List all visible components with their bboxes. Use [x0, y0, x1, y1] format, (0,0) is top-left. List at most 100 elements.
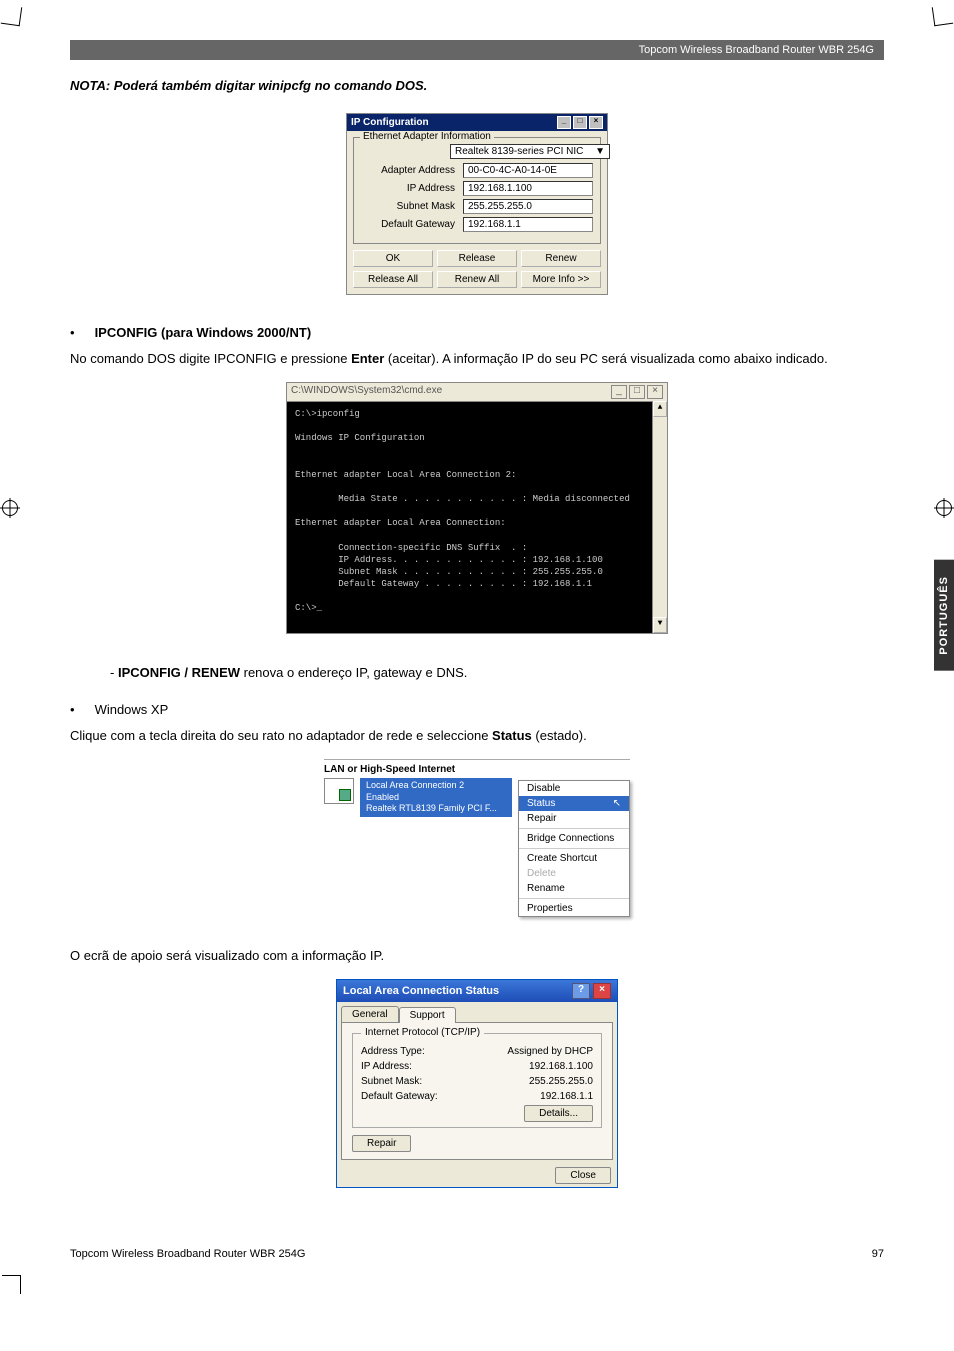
ip-configuration-window: IP Configuration _ □ × Ethernet Adapter … [346, 113, 608, 295]
group-label: Ethernet Adapter Information [360, 131, 494, 142]
address-type-label: Address Type: [361, 1046, 425, 1057]
status-title: Local Area Connection Status [343, 985, 499, 997]
ip-address-value: 192.168.1.100 [463, 181, 593, 196]
page-footer: Topcom Wireless Broadband Router WBR 254… [70, 1248, 884, 1260]
renew-rest: renova o endereço IP, gateway e DNS. [240, 665, 467, 680]
language-side-tab: PORTUGUÊS [934, 560, 954, 671]
release-button[interactable]: Release [437, 250, 517, 267]
tab-general[interactable]: General [341, 1006, 399, 1022]
network-adapter-icon [324, 778, 354, 804]
ctx-shortcut[interactable]: Create Shortcut [519, 851, 629, 866]
support-intro: O ecrã de apoio será visualizado com a i… [70, 947, 884, 965]
renew-bold: IPCONFIG / RENEW [118, 665, 240, 680]
bullet: • [70, 702, 75, 717]
context-menu: Disable Status ↖ Repair Bridge Connectio… [518, 780, 630, 917]
fieldset-label: Internet Protocol (TCP/IP) [361, 1027, 484, 1038]
cursor-icon: ↖ [613, 798, 621, 809]
cmd-titlebar: C:\WINDOWS\System32\cmd.exe _ □ × [287, 383, 667, 402]
window-title: IP Configuration [351, 117, 429, 128]
menu-separator [519, 848, 629, 849]
close-icon[interactable]: × [647, 385, 663, 399]
ctx-rename[interactable]: Rename [519, 881, 629, 896]
lan-line1: Local Area Connection 2 [366, 780, 506, 792]
lan-group-label: LAN or High-Speed Internet [324, 759, 630, 775]
adapter-address-value: 00-C0-4C-A0-14-0E [463, 163, 593, 178]
ctx-status[interactable]: Status ↖ [519, 796, 629, 811]
tcpip-fieldset: Internet Protocol (TCP/IP) Address Type:… [352, 1033, 602, 1128]
ip-address-label: IP Address [360, 183, 463, 194]
ctx-bridge[interactable]: Bridge Connections [519, 831, 629, 846]
section-heading-ipconfig: • IPCONFIG (para Windows 2000/NT) [70, 325, 884, 340]
default-gateway-label: Default Gateway [360, 219, 463, 230]
ctx-delete: Delete [519, 866, 629, 881]
window-titlebar: IP Configuration _ □ × [347, 114, 607, 131]
close-icon[interactable]: × [589, 116, 603, 129]
adapter-address-label: Adapter Address [360, 165, 463, 176]
lan-line2: Enabled [366, 792, 506, 804]
address-type-value: Assigned by DHCP [507, 1046, 593, 1057]
nota-text: NOTA: Poderá também digitar winipcfg no … [70, 78, 884, 93]
close-button[interactable]: Close [555, 1167, 611, 1184]
windows-xp-bullet: • Windows XP [70, 702, 884, 717]
subnet-mask-label: Subnet Mask: [361, 1076, 422, 1087]
ip-address-value: 192.168.1.100 [529, 1061, 593, 1072]
ctx-disable[interactable]: Disable [519, 781, 629, 796]
ethernet-adapter-group: Ethernet Adapter Information Realtek 813… [353, 137, 601, 244]
subnet-mask-label: Subnet Mask [360, 201, 463, 212]
body-post: (aceitar). A informação IP do seu PC ser… [384, 351, 827, 366]
dash-bullet: - [110, 665, 118, 680]
minimize-icon[interactable]: _ [611, 385, 627, 399]
minimize-icon[interactable]: _ [557, 116, 571, 129]
scroll-up-icon[interactable]: ▲ [653, 401, 667, 417]
tab-support[interactable]: Support [399, 1007, 456, 1023]
subnet-mask-value: 255.255.255.0 [529, 1076, 593, 1087]
footer-page-number: 97 [872, 1248, 884, 1260]
heading-text: IPCONFIG (para Windows 2000/NT) [95, 325, 312, 340]
more-info-button[interactable]: More Info >> [521, 271, 601, 288]
adapter-select[interactable]: Realtek 8139-series PCI NIC ▼ [450, 144, 610, 159]
renew-all-button[interactable]: Renew All [437, 271, 517, 288]
ctx-properties[interactable]: Properties [519, 901, 629, 916]
status-titlebar: Local Area Connection Status ? × [337, 980, 617, 1002]
bullet: • [70, 325, 75, 340]
menu-separator [519, 898, 629, 899]
menu-separator [519, 828, 629, 829]
ctx-repair[interactable]: Repair [519, 811, 629, 826]
scroll-down-icon[interactable]: ▼ [653, 617, 667, 633]
body-pre: No comando DOS digite IPCONFIG e pressio… [70, 351, 351, 366]
subnet-mask-value: 255.255.255.0 [463, 199, 593, 214]
ipconfig-body-text: No comando DOS digite IPCONFIG e pressio… [70, 350, 884, 368]
winxp-status-bold: Status [492, 728, 532, 743]
footer-left: Topcom Wireless Broadband Router WBR 254… [70, 1248, 305, 1260]
renew-button[interactable]: Renew [521, 250, 601, 267]
adapter-select-value: Realtek 8139-series PCI NIC [455, 146, 583, 157]
scrollbar[interactable]: ▲ ▼ [652, 401, 667, 632]
close-icon[interactable]: × [593, 983, 611, 999]
ipconfig-renew-line: - IPCONFIG / RENEW renova o endereço IP,… [110, 664, 884, 682]
windows-xp-label: Windows XP [95, 702, 169, 717]
lan-context-figure: LAN or High-Speed Internet Local Area Co… [324, 759, 630, 917]
release-all-button[interactable]: Release All [353, 271, 433, 288]
header-bar: Topcom Wireless Broadband Router WBR 254… [70, 40, 884, 60]
ctx-status-label: Status [527, 798, 555, 809]
ip-address-label: IP Address: [361, 1061, 412, 1072]
lan-connection-item[interactable]: Local Area Connection 2 Enabled Realtek … [360, 778, 512, 817]
maximize-icon[interactable]: □ [573, 116, 587, 129]
lan-line3: Realtek RTL8139 Family PCI F... [366, 803, 506, 815]
ok-button[interactable]: OK [353, 250, 433, 267]
cmd-window: C:\WINDOWS\System32\cmd.exe _ □ × C:\>ip… [286, 382, 668, 633]
default-gateway-value: 192.168.1.1 [463, 217, 593, 232]
default-gateway-value: 192.168.1.1 [540, 1091, 593, 1102]
details-button[interactable]: Details... [524, 1105, 593, 1122]
dropdown-icon: ▼ [595, 146, 605, 157]
cmd-output: C:\>ipconfig Windows IP Configuration Et… [287, 402, 667, 632]
cmd-title: C:\WINDOWS\System32\cmd.exe [291, 385, 442, 399]
help-icon[interactable]: ? [572, 983, 590, 999]
winxp-body-text: Clique com a tecla direita do seu rato n… [70, 727, 884, 745]
winxp-post: (estado). [532, 728, 587, 743]
repair-button[interactable]: Repair [352, 1135, 411, 1152]
header-product: Topcom Wireless Broadband Router WBR 254… [639, 44, 874, 56]
enter-bold: Enter [351, 351, 384, 366]
connection-status-window: Local Area Connection Status ? × General… [336, 979, 618, 1188]
maximize-icon[interactable]: □ [629, 385, 645, 399]
